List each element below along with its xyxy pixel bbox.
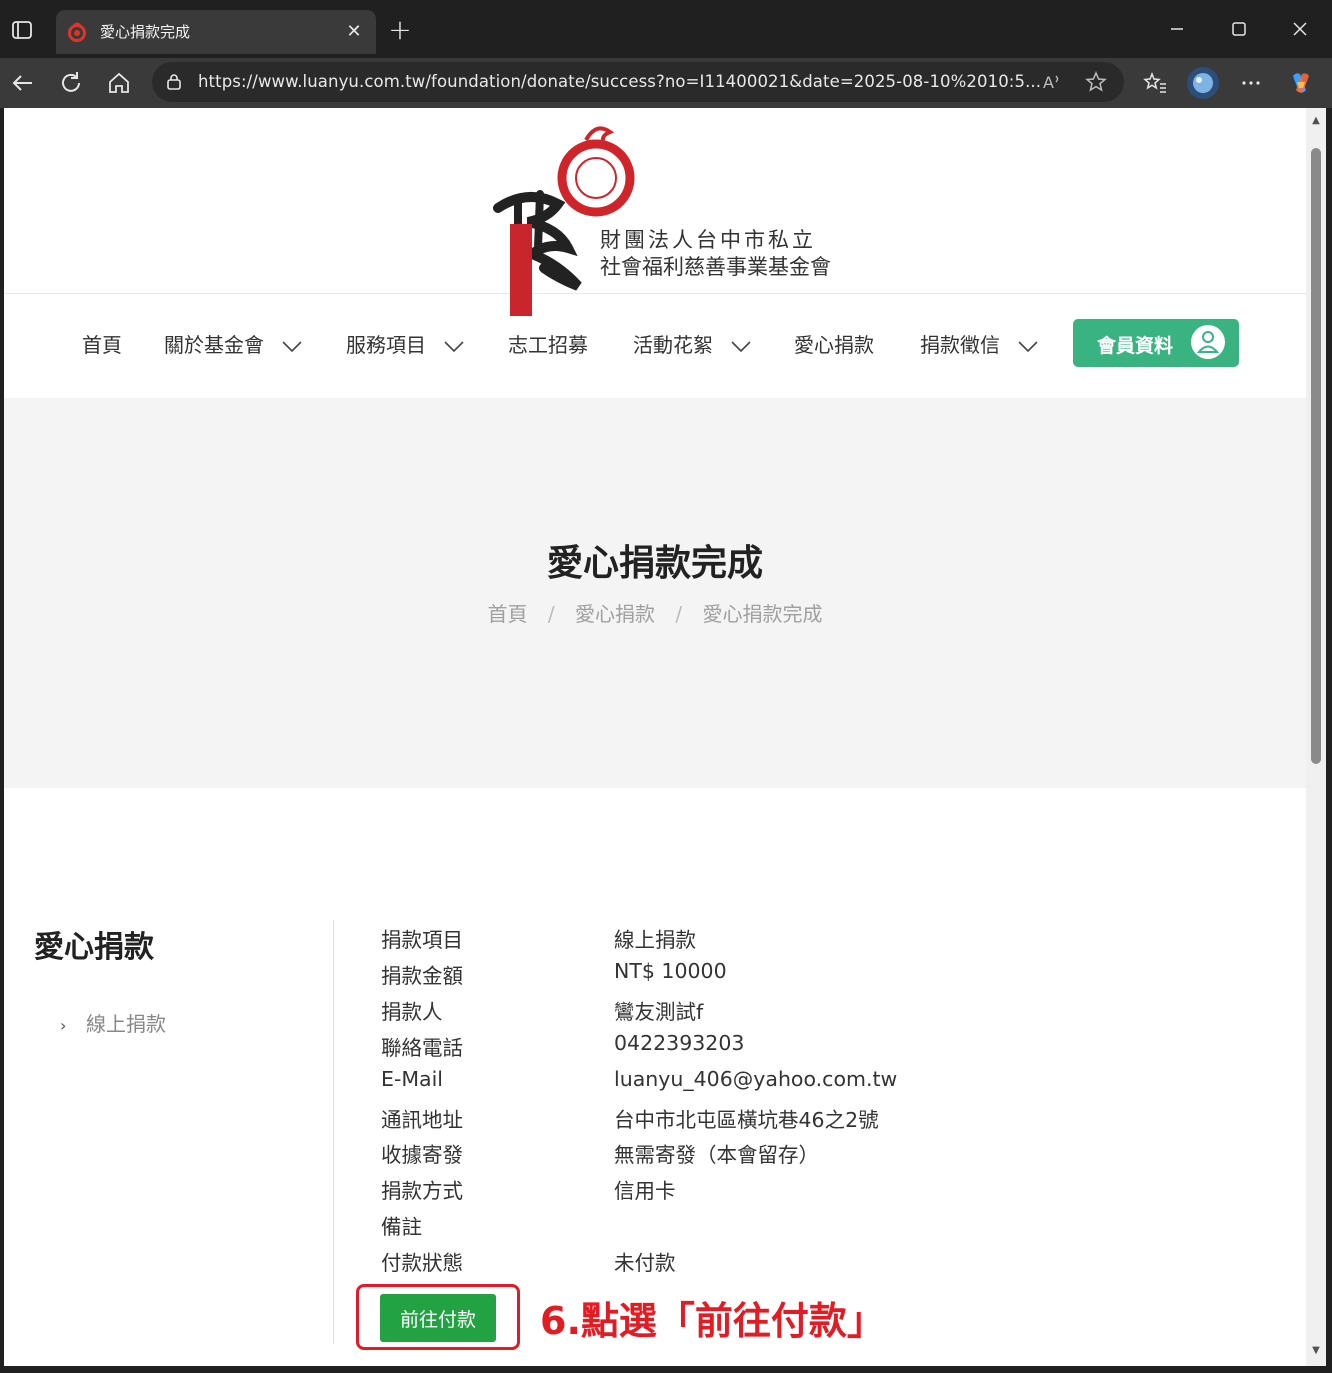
- sidebar-title: 愛心捐款: [34, 930, 154, 965]
- address-bar[interactable]: https://www.luanyu.com.tw/foundation/don…: [152, 62, 1124, 102]
- proceed-to-payment-button[interactable]: 前往付款: [380, 1294, 496, 1342]
- maximize-icon[interactable]: [1224, 14, 1254, 44]
- detail-label: 通訊地址: [381, 1107, 463, 1132]
- detail-label: 捐款方式: [381, 1179, 463, 1204]
- detail-label: E-Mail: [381, 1066, 443, 1091]
- chevron-down-icon: [1018, 340, 1038, 352]
- detail-label: 備註: [381, 1215, 422, 1240]
- profile-avatar-icon[interactable]: [1186, 66, 1220, 100]
- detail-label: 捐款人: [381, 999, 443, 1024]
- tab-actions-icon[interactable]: [10, 18, 34, 42]
- nav-item-services[interactable]: 服務項目: [346, 329, 464, 358]
- more-options-icon[interactable]: [1236, 68, 1266, 98]
- nav-item-volunteer[interactable]: 志工招募: [508, 329, 588, 358]
- copilot-icon[interactable]: [1286, 68, 1316, 98]
- chevron-right-icon: ›: [60, 1016, 67, 1035]
- chevron-down-icon: [444, 340, 464, 352]
- breadcrumb-separator: /: [547, 602, 555, 626]
- nav-item-label: 愛心捐款: [794, 333, 874, 357]
- detail-value: NT$ 10000: [614, 958, 727, 983]
- sidebar-item-online-donation[interactable]: › 線上捐款: [60, 1008, 166, 1037]
- nav-item-label: 關於基金會: [164, 333, 264, 357]
- content-divider: [333, 920, 334, 1344]
- site-header: 財團法人台中市私立 社會福利慈善事業基金會: [4, 108, 1306, 316]
- nav-item-home[interactable]: 首頁: [82, 329, 122, 358]
- nav-item-about[interactable]: 關於基金會: [164, 329, 302, 358]
- detail-value: luanyu_406@yahoo.com.tw: [614, 1066, 898, 1091]
- detail-value: 台中市北屯區橫坑巷46之2號: [614, 1107, 879, 1132]
- nav-item-donate[interactable]: 愛心捐款: [794, 329, 874, 358]
- detail-value: 線上捐款: [614, 928, 696, 952]
- breadcrumb-home[interactable]: 首頁: [488, 602, 528, 626]
- tab-title: 愛心捐款完成: [100, 23, 191, 41]
- detail-value: 0422393203: [614, 1030, 745, 1055]
- detail-label: 收據寄發: [381, 1143, 463, 1168]
- browser-toolbar: https://www.luanyu.com.tw/foundation/don…: [0, 58, 1332, 108]
- page-hero: 愛心捐款完成 首頁 / 愛心捐款 / 愛心捐款完成: [4, 398, 1306, 788]
- user-icon: [1191, 325, 1225, 359]
- detail-label: 捐款金額: [381, 963, 463, 988]
- detail-value: 無需寄發（本會留存）: [614, 1143, 819, 1168]
- detail-label: 捐款項目: [381, 928, 463, 952]
- browser-tab-bar: 愛心捐款完成 ✕ +: [0, 0, 1332, 58]
- svg-text:A: A: [1043, 73, 1054, 92]
- scroll-down-icon[interactable]: ▼: [1310, 1346, 1322, 1356]
- breadcrumb: 首頁 / 愛心捐款 / 愛心捐款完成: [4, 598, 1306, 627]
- breadcrumb-donate[interactable]: 愛心捐款: [575, 602, 655, 626]
- back-arrow-icon[interactable]: [8, 68, 38, 98]
- logo-text-line2: 社會福利慈善事業基金會: [600, 255, 831, 279]
- logo-text-line1: 財團法人台中市私立: [600, 228, 816, 252]
- nav-item-label: 活動花絮: [633, 333, 713, 357]
- new-tab-button[interactable]: +: [386, 16, 414, 45]
- detail-value: 信用卡: [614, 1179, 676, 1204]
- member-profile-button[interactable]: 會員資料: [1073, 319, 1239, 367]
- detail-label: 付款狀態: [381, 1251, 463, 1276]
- nav-item-label: 首頁: [82, 333, 122, 357]
- home-icon[interactable]: [104, 68, 134, 98]
- nav-item-donation-records[interactable]: 捐款徵信: [920, 329, 1038, 358]
- nav-item-label: 服務項目: [346, 333, 426, 357]
- nav-item-label: 捐款徵信: [920, 333, 1000, 357]
- lock-icon[interactable]: [164, 72, 184, 92]
- url-text[interactable]: https://www.luanyu.com.tw/foundation/don…: [198, 72, 1041, 91]
- nav-item-label: 志工招募: [508, 333, 588, 357]
- logo-emblem-icon: [493, 126, 635, 316]
- sidebar-item-label: 線上捐款: [86, 1012, 166, 1036]
- page-title: 愛心捐款完成: [546, 543, 763, 584]
- detail-value: 未付款: [614, 1251, 676, 1276]
- scrollbar-thumb[interactable]: [1311, 148, 1321, 764]
- page-viewport: 財團法人台中市私立 社會福利慈善事業基金會 首頁 關於基金會 服務項目 志工招募…: [4, 108, 1306, 1366]
- instruction-annotation: 6.點選「前往付款」: [540, 1299, 885, 1343]
- chevron-down-icon: [731, 340, 751, 352]
- read-aloud-icon[interactable]: A: [1040, 70, 1064, 94]
- detail-value: 鸞友測試f: [614, 999, 704, 1024]
- page-scrollbar[interactable]: ▲ ▼: [1306, 108, 1326, 1366]
- favorite-star-icon[interactable]: [1084, 70, 1108, 94]
- nav-item-activities[interactable]: 活動花絮: [633, 329, 751, 358]
- scroll-up-icon[interactable]: ▲: [1310, 116, 1322, 126]
- favorites-icon[interactable]: [1140, 68, 1170, 98]
- main-navigation: 首頁 關於基金會 服務項目 志工招募 活動花絮 愛心捐款 捐款徵信 會員資料: [4, 295, 1306, 398]
- site-logo[interactable]: 財團法人台中市私立 社會福利慈善事業基金會: [488, 118, 848, 318]
- tab-close-icon[interactable]: ✕: [342, 20, 366, 44]
- minimize-icon[interactable]: [1162, 14, 1192, 44]
- member-button-label: 會員資料: [1097, 335, 1174, 357]
- breadcrumb-current: 愛心捐款完成: [702, 602, 823, 626]
- browser-tab-active[interactable]: 愛心捐款完成 ✕: [56, 10, 376, 54]
- detail-label: 聯絡電話: [381, 1035, 463, 1060]
- site-favicon-icon: [68, 22, 86, 42]
- chevron-down-icon: [282, 340, 302, 352]
- breadcrumb-separator: /: [675, 602, 683, 626]
- close-window-icon[interactable]: [1285, 14, 1315, 44]
- refresh-icon[interactable]: [56, 68, 86, 98]
